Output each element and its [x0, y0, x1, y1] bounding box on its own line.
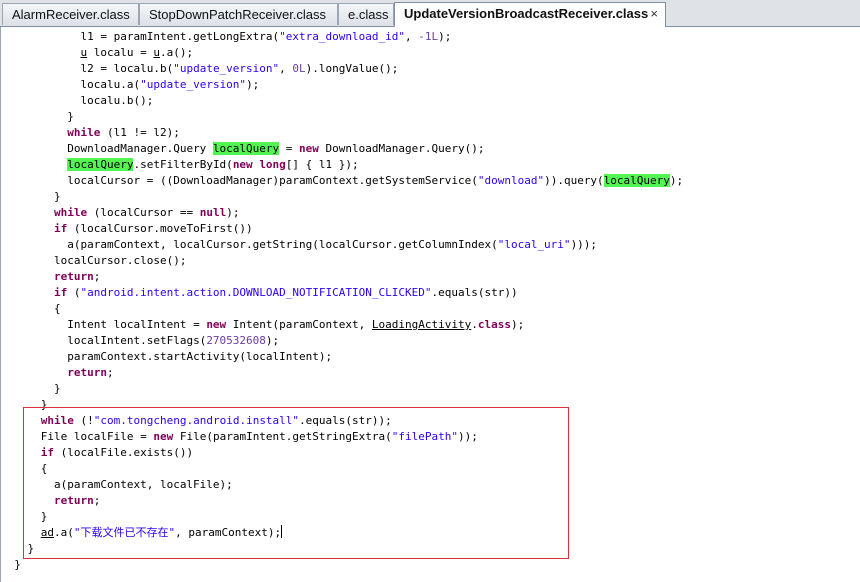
- editor-tab-bar: AlarmReceiver.class StopDownPatchReceive…: [0, 0, 860, 27]
- code-line: }: [67, 110, 74, 123]
- code-line: localCursor = ((DownloadManager)paramCon…: [67, 174, 684, 187]
- code-line: }: [40, 510, 48, 523]
- code-line: {: [40, 462, 48, 475]
- code-line: }: [14, 558, 21, 571]
- tab-label: AlarmReceiver.class: [12, 7, 130, 22]
- code-line: return;: [67, 366, 114, 379]
- code-line: while (!"com.tongcheng.android.install".…: [40, 414, 392, 427]
- tab-label: StopDownPatchReceiver.class: [149, 7, 327, 22]
- code-line: l1 = paramIntent.getLongExtra("extra_dow…: [80, 30, 452, 43]
- code-line: localIntent.setFlags(270532608);: [67, 334, 280, 347]
- tab-e-class[interactable]: e.class: [338, 3, 394, 25]
- code-line: localQuery.setFilterById(new long[] { l1…: [67, 158, 359, 171]
- tab-label: e.class: [348, 7, 389, 22]
- code-line: ad.a("下载文件已不存在", paramContext);: [40, 525, 283, 539]
- code-line: {: [53, 302, 61, 315]
- code-line: DownloadManager.Query localQuery = new D…: [67, 142, 485, 155]
- code-line: return;: [53, 270, 101, 283]
- code-line: localu.a("update_version");: [80, 78, 260, 91]
- code-line: l2 = localu.b("update_version", 0L).long…: [80, 62, 399, 75]
- code-line: return;: [53, 494, 101, 507]
- tab-stop-down-patch-receiver[interactable]: StopDownPatchReceiver.class: [139, 3, 338, 25]
- code-line: while (l1 != l2);: [67, 126, 180, 139]
- code-line: a(paramContext, localCursor.getString(lo…: [67, 238, 598, 251]
- code-line: while (localCursor == null);: [53, 206, 240, 219]
- code-line: File localFile = new File(paramIntent.ge…: [40, 430, 478, 443]
- code-line: }: [53, 190, 61, 203]
- code-line: if (localFile.exists()): [40, 446, 194, 459]
- tab-label: UpdateVersionBroadcastReceiver.class: [404, 6, 649, 21]
- code-editor[interactable]: l1 = paramIntent.getLongExtra("extra_dow…: [0, 27, 860, 582]
- code-line: paramContext.startActivity(localIntent);: [67, 350, 333, 363]
- code-line: Intent localIntent = new Intent(paramCon…: [67, 318, 525, 331]
- code-line: localu.b();: [80, 94, 154, 107]
- code-line: }: [53, 382, 61, 395]
- code-line: localCursor.close();: [53, 254, 187, 267]
- source-code: l1 = paramIntent.getLongExtra("extra_dow…: [1, 29, 683, 573]
- close-tab-icon[interactable]: ×: [650, 7, 658, 20]
- code-line: if (localCursor.moveToFirst()): [53, 222, 253, 235]
- code-line: a(paramContext, localFile);: [53, 478, 233, 491]
- text-cursor: [281, 525, 283, 538]
- code-line: }: [27, 542, 35, 555]
- code-line: if ("android.intent.action.DOWNLOAD_NOTI…: [53, 286, 518, 299]
- tab-alarm-receiver[interactable]: AlarmReceiver.class: [2, 3, 139, 25]
- code-line: u localu = u.a();: [80, 46, 194, 59]
- tab-update-version-broadcast-receiver[interactable]: UpdateVersionBroadcastReceiver.class ×: [394, 2, 666, 27]
- code-line: }: [40, 398, 48, 411]
